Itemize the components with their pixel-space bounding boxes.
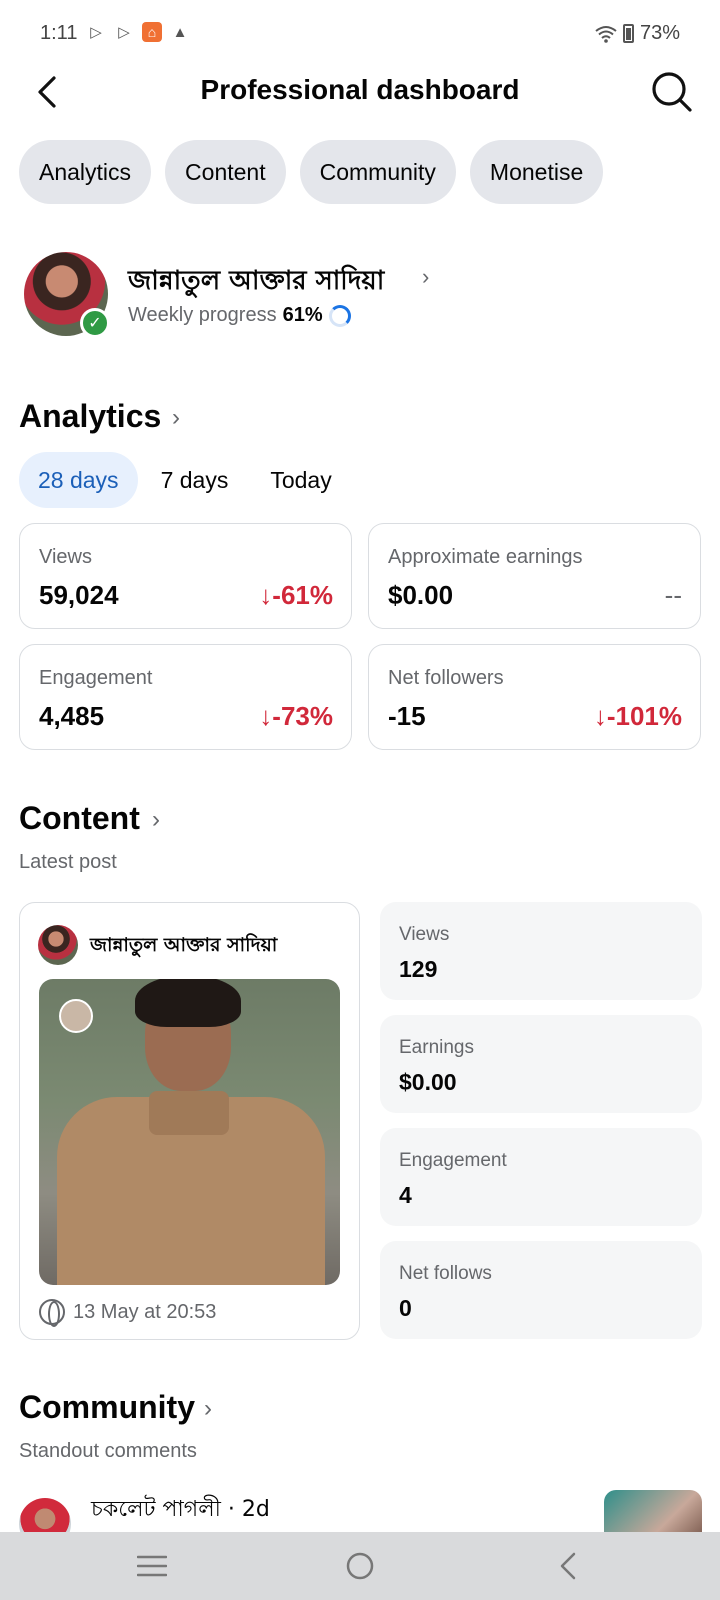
stat-value: 129 [399, 956, 438, 982]
stat-label: Views [399, 924, 450, 945]
system-nav-bar [0, 1532, 720, 1600]
chip-community[interactable]: Community [299, 140, 456, 204]
stat-delta: ↓-73% [259, 701, 333, 731]
avatar [38, 925, 78, 965]
header: Professional dashboard [0, 68, 720, 114]
community-title[interactable]: Community [19, 1389, 195, 1426]
range-tabs: 28 days 7 days Today [19, 452, 351, 508]
home-button[interactable] [330, 1544, 390, 1588]
comment-author: চকলেট পাগলী · 2d [91, 1497, 270, 1522]
post-timestamp: 13 May at 20:53 [73, 1300, 217, 1323]
arrow-down-icon: ↓ [259, 580, 273, 610]
status-bar: 1:11 ▷ ▷ ⌂ ▲ 73% [0, 0, 720, 68]
net-followers-card[interactable]: Net followers -15 ↓-101% [368, 644, 701, 750]
tab-28-days[interactable]: 28 days [19, 452, 138, 508]
photo-detail [149, 1091, 229, 1135]
stat-value: 4 [399, 1182, 412, 1208]
stat-label: Net followers [388, 667, 504, 689]
recent-apps-button[interactable] [122, 1544, 182, 1588]
menu-icon [137, 1555, 167, 1577]
latest-post-card[interactable]: জান্নাতুল আক্তার সাদিয়া 13 May at 20:53 [19, 902, 360, 1340]
profile-name: জান্নাতুল আক্তার সাদিয়া [128, 266, 385, 296]
post-follows-stat: Net follows 0 [380, 1241, 702, 1339]
chip-analytics[interactable]: Analytics [19, 140, 152, 204]
stat-delta: -- [664, 580, 682, 610]
chevron-right-icon[interactable]: › [204, 1395, 212, 1423]
post-earnings-stat: Earnings $0.00 [380, 1015, 702, 1113]
stat-value: 0 [399, 1295, 412, 1321]
stat-delta: ↓-61% [259, 580, 333, 610]
progress-value: 61% [282, 304, 323, 326]
page-title: Professional dashboard [200, 74, 520, 105]
progress-label: Weekly progress [128, 304, 277, 326]
status-time: 1:11 [40, 22, 78, 44]
stat-value: $0.00 [388, 580, 454, 610]
chip-monetise[interactable]: Monetise [469, 140, 604, 204]
battery-level: 73% [639, 22, 680, 44]
search-icon [652, 72, 692, 112]
comment-post-thumbnail[interactable] [604, 1490, 702, 1532]
post-meta: 13 May at 20:53 [39, 1299, 217, 1327]
standout-comment[interactable]: চকলেট পাগলী · 2d [19, 1488, 702, 1532]
notification-icons: ▷ ▷ ⌂ ▲ [86, 22, 190, 42]
chevron-right-icon: › [422, 264, 430, 289]
stat-delta: ↓-101% [593, 701, 682, 731]
avatar [59, 999, 93, 1033]
stat-label: Approximate earnings [388, 546, 583, 568]
search-button[interactable] [650, 70, 694, 114]
system-back-button[interactable] [538, 1544, 598, 1588]
wifi-icon [595, 25, 617, 43]
stat-label: Earnings [399, 1037, 474, 1058]
post-image[interactable] [39, 979, 340, 1285]
arrow-down-icon: ↓ [593, 701, 607, 731]
chip-content[interactable]: Content [165, 140, 286, 204]
content-title[interactable]: Content [19, 800, 140, 837]
stat-value: -15 [388, 701, 426, 731]
notification-icon: ▷ [90, 24, 102, 41]
battery-icon [622, 24, 634, 43]
section-chips: Analytics Content Community Monetise [19, 140, 604, 204]
views-card[interactable]: Views 59,024 ↓-61% [19, 523, 352, 629]
community-subtitle: Standout comments [19, 1440, 197, 1462]
home-circle-icon [346, 1552, 374, 1580]
chevron-right-icon[interactable]: › [172, 404, 180, 432]
notification-icon: ▷ [118, 24, 130, 41]
check-icon: ✓ [80, 308, 110, 338]
status-right: 73% [595, 22, 680, 45]
stat-label: Net follows [399, 1263, 492, 1284]
post-views-stat: Views 129 [380, 902, 702, 1000]
stat-value: $0.00 [399, 1069, 457, 1095]
weekly-progress: Weekly progress 61% [128, 304, 351, 327]
stat-label: Engagement [399, 1150, 507, 1171]
post-engagement-stat: Engagement 4 [380, 1128, 702, 1226]
back-arrow-icon [560, 1552, 576, 1580]
warning-icon: ▲ [172, 23, 188, 41]
stat-label: Engagement [39, 667, 153, 689]
tab-7-days[interactable]: 7 days [142, 452, 248, 508]
app-notification-icon: ⌂ [142, 22, 162, 42]
progress-ring-icon [328, 304, 351, 327]
content-subtitle: Latest post [19, 851, 117, 873]
stat-label: Views [39, 546, 92, 568]
chevron-right-icon[interactable]: › [152, 806, 160, 834]
earnings-card[interactable]: Approximate earnings $0.00 -- [368, 523, 701, 629]
engagement-card[interactable]: Engagement 4,485 ↓-73% [19, 644, 352, 750]
profile-row[interactable]: ✓ জান্নাতুল আক্তার সাদিয়া › Weekly prog… [22, 252, 702, 338]
analytics-title[interactable]: Analytics [19, 398, 161, 435]
stat-value: 4,485 [39, 701, 105, 731]
tab-today[interactable]: Today [251, 452, 350, 508]
post-author: জান্নাতুল আক্তার সাদিয়া [90, 934, 278, 956]
globe-icon [39, 1299, 65, 1327]
photo-detail [135, 979, 241, 1027]
stat-value: 59,024 [39, 580, 119, 610]
avatar [19, 1498, 71, 1532]
arrow-down-icon: ↓ [259, 701, 273, 731]
